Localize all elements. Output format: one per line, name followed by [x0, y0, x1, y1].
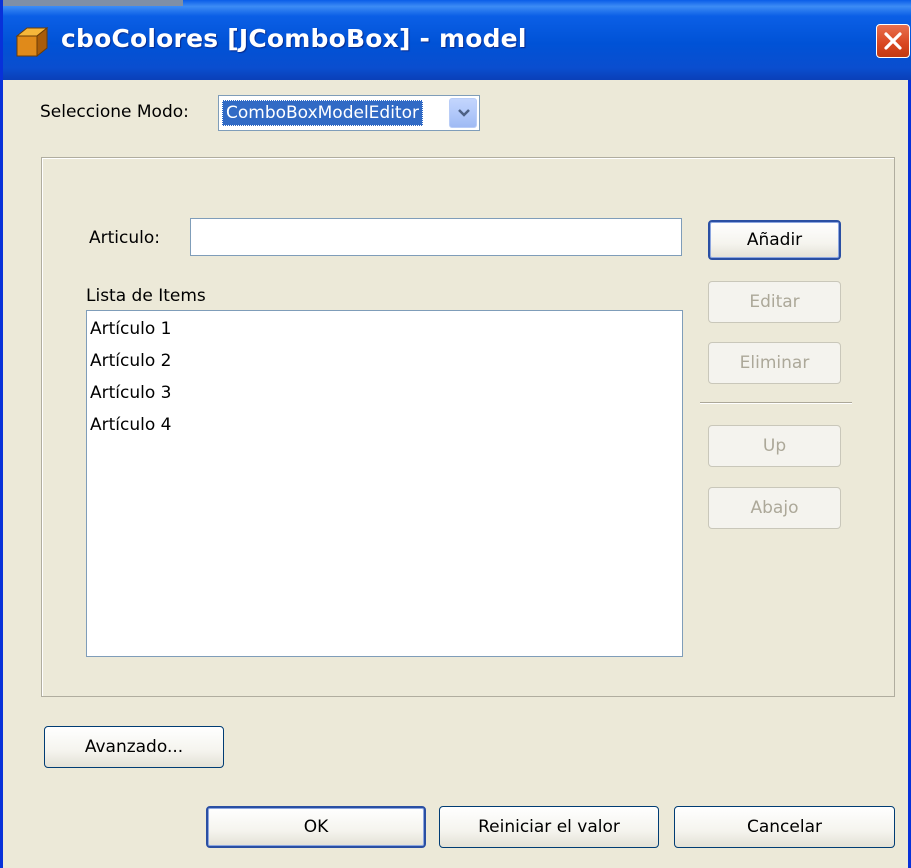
add-button-label: Añadir — [746, 230, 803, 250]
down-button-label: Abajo — [750, 498, 799, 518]
ok-button-label: OK — [303, 817, 329, 837]
chevron-down-icon — [458, 109, 470, 117]
mode-dropdown-button[interactable] — [449, 98, 477, 128]
delete-button[interactable]: Eliminar — [708, 342, 841, 384]
mode-label: Seleccione Modo: — [40, 102, 189, 122]
ok-button[interactable]: OK — [206, 806, 426, 848]
list-item[interactable]: Artículo 1 — [87, 313, 682, 345]
items-list[interactable]: Artículo 1 Artículo 2 Artículo 3 Artícul… — [86, 310, 683, 657]
list-item[interactable]: Artículo 2 — [87, 345, 682, 377]
window-title: cboColores [JComboBox] - model — [61, 24, 527, 53]
close-icon — [884, 32, 902, 50]
items-list-label: Lista de Items — [86, 286, 206, 306]
title-bar[interactable]: cboColores [JComboBox] - model — [3, 0, 911, 80]
dialog-window: cboColores [JComboBox] - model Seleccion… — [0, 0, 911, 868]
list-item[interactable]: Artículo 3 — [87, 377, 682, 409]
advanced-button-label: Avanzado... — [84, 737, 184, 757]
up-button[interactable]: Up — [708, 425, 841, 467]
delete-button-label: Eliminar — [739, 353, 810, 373]
down-button[interactable]: Abajo — [708, 487, 841, 529]
advanced-button[interactable]: Avanzado... — [44, 726, 224, 768]
add-button[interactable]: Añadir — [708, 220, 841, 260]
edit-button-label: Editar — [749, 292, 800, 312]
up-button-label: Up — [762, 436, 787, 456]
article-label: Articulo: — [89, 228, 160, 248]
cancel-button[interactable]: Cancelar — [674, 806, 895, 848]
reset-button-label: Reiniciar el valor — [478, 817, 620, 837]
list-item[interactable]: Artículo 4 — [87, 409, 682, 441]
reset-button[interactable]: Reiniciar el valor — [439, 806, 659, 848]
cube-icon — [15, 26, 49, 58]
article-input[interactable] — [190, 218, 682, 256]
mode-select[interactable]: ComboBoxModelEditor — [218, 95, 480, 131]
edit-button[interactable]: Editar — [708, 281, 841, 323]
buttons-separator — [700, 402, 852, 404]
cancel-button-label: Cancelar — [747, 817, 822, 837]
mode-select-value: ComboBoxModelEditor — [222, 100, 423, 126]
close-button[interactable] — [876, 24, 910, 58]
